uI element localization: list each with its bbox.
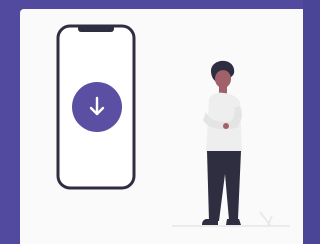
download-app-illustration	[56, 24, 290, 227]
download-button[interactable]	[72, 82, 122, 132]
person-illustration	[202, 60, 242, 225]
